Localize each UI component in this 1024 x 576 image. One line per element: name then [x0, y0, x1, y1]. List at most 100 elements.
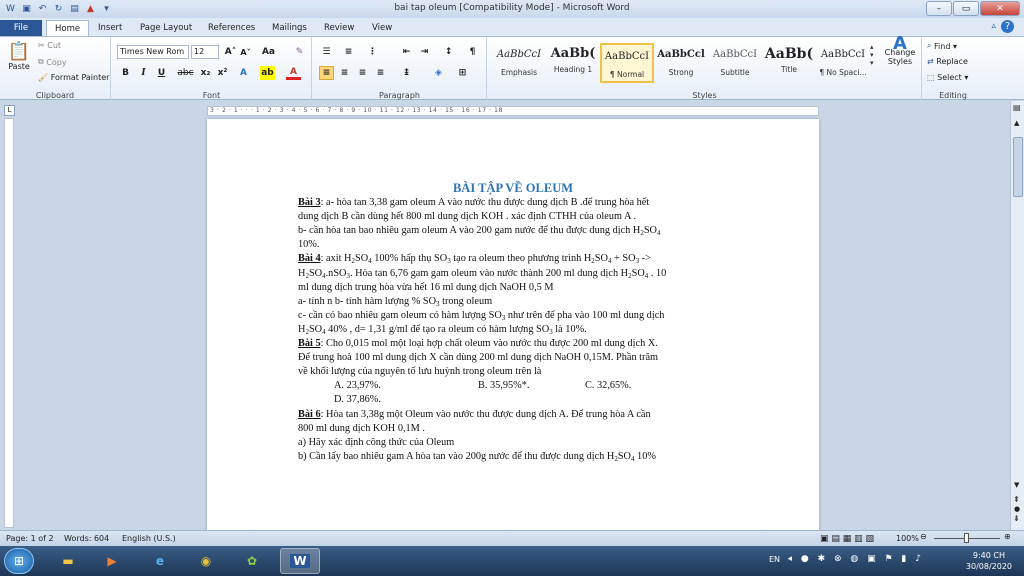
- change-styles-button[interactable]: A Change Styles: [882, 35, 918, 67]
- zoom-out-icon[interactable]: ⊖: [920, 532, 927, 541]
- previous-page-icon[interactable]: ⇞: [1013, 495, 1020, 504]
- media-player-icon[interactable]: ▶: [92, 548, 132, 574]
- styles-group: AaBbCcI Emphasis AaBb( Heading 1 AaBbCcI…: [488, 35, 922, 101]
- next-page-icon[interactable]: ⇟: [1013, 514, 1020, 523]
- cut-button[interactable]: ✂ Cut: [38, 41, 61, 50]
- sort-icon[interactable]: ↕: [441, 45, 456, 59]
- zoom-slider-thumb[interactable]: [964, 533, 969, 543]
- document-body[interactable]: BÀI TẬP VỀ OLEUM Bài 3: a- hòa tan 3,38 …: [298, 181, 728, 464]
- tab-references[interactable]: References: [200, 20, 263, 36]
- borders-icon[interactable]: ⊞: [455, 66, 470, 80]
- subscript-icon[interactable]: x₂: [198, 66, 213, 80]
- ruler-toggle-icon[interactable]: L: [4, 105, 15, 116]
- scrollbar-thumb[interactable]: [1013, 137, 1023, 197]
- select-button[interactable]: ⬚ Select ▾: [927, 73, 968, 82]
- align-center-icon[interactable]: ≡: [337, 66, 352, 80]
- minimize-ribbon-icon[interactable]: ▵: [991, 21, 996, 31]
- tab-file[interactable]: File: [0, 20, 42, 36]
- start-button[interactable]: ⊞: [4, 548, 34, 574]
- style-normal[interactable]: AaBbCcI ¶ Normal: [600, 43, 654, 83]
- exercise-5-line-1: Bài 5: Cho 0,015 mol một loại hợp chất o…: [298, 338, 658, 350]
- app-icon[interactable]: ✿: [232, 548, 272, 574]
- style-heading-1[interactable]: AaBb( Heading 1: [546, 43, 600, 83]
- minimize-button[interactable]: –: [926, 1, 952, 16]
- exercise-4-line-2: H2SO4.nSO3. Hòa tan 6,76 gam gam oleum v…: [298, 267, 667, 280]
- browse-object-icon[interactable]: ●: [1014, 505, 1020, 513]
- scroll-up-arrow-icon[interactable]: ▲: [1014, 119, 1019, 127]
- maximize-button[interactable]: ▭: [953, 1, 979, 16]
- tray-icons[interactable]: ◂ ● ✱ ⊗ ◍ ▣ ⚑ ▮ ♪: [788, 554, 924, 564]
- zoom-level[interactable]: 100%: [896, 534, 919, 543]
- align-right-icon[interactable]: ≡: [355, 66, 370, 80]
- word-taskbar-icon[interactable]: W: [280, 548, 320, 574]
- view-buttons[interactable]: ▣ ▤ ▦ ▥ ▧: [820, 534, 874, 544]
- numbering-icon[interactable]: ≡: [341, 45, 356, 59]
- decrease-indent-icon[interactable]: ⇤: [399, 45, 414, 59]
- style-no-spacing[interactable]: AaBbCcI ¶ No Spaci...: [816, 43, 870, 83]
- multilevel-list-icon[interactable]: ⋮: [365, 45, 380, 59]
- horizontal-ruler[interactable]: 3 · 2 · 1 · · · 1 · 2 · 3 · 4 · 5 · 6 · …: [207, 106, 819, 116]
- clock[interactable]: 9:40 CH 30/08/2020: [966, 550, 1012, 572]
- font-size-combo[interactable]: 12: [191, 45, 219, 59]
- paste-button[interactable]: 📋 Paste: [6, 41, 32, 71]
- help-icon[interactable]: ?: [1001, 20, 1014, 33]
- style-strong[interactable]: AaBbCcl Strong: [654, 43, 708, 83]
- styles-scroll[interactable]: ▴ ▾ ▾: [870, 43, 874, 67]
- increase-indent-icon[interactable]: ⇥: [417, 45, 432, 59]
- italic-icon[interactable]: I: [136, 66, 151, 80]
- line-spacing-icon[interactable]: ↨: [399, 66, 414, 80]
- tab-view[interactable]: View: [364, 20, 400, 36]
- copy-button[interactable]: ⧉ Copy: [38, 57, 67, 67]
- tab-page-layout[interactable]: Page Layout: [132, 20, 200, 36]
- format-painter-button[interactable]: 🖌 Format Painter: [38, 73, 109, 82]
- exercise-5-options: A. 23,97%. B. 35,95%*. C. 32,65%.: [298, 379, 728, 393]
- view-ruler-icon[interactable]: ▤: [1013, 103, 1021, 112]
- language-bar[interactable]: EN: [769, 555, 780, 564]
- vertical-scrollbar[interactable]: ▤ ▲ ▼ ⇞ ● ⇟: [1010, 101, 1024, 530]
- language-indicator[interactable]: English (U.S.): [122, 534, 176, 543]
- internet-explorer-icon[interactable]: e: [140, 548, 180, 574]
- tab-mailings[interactable]: Mailings: [264, 20, 315, 36]
- tab-review[interactable]: Review: [316, 20, 362, 36]
- strikethrough-icon[interactable]: abc: [177, 66, 193, 80]
- font-name-combo[interactable]: Times New Rom: [117, 45, 189, 59]
- clear-formatting-icon[interactable]: ✎: [292, 45, 307, 59]
- tab-insert[interactable]: Insert: [90, 20, 130, 36]
- align-left-icon[interactable]: ≡: [319, 66, 334, 80]
- style-title[interactable]: AaBb( Title: [762, 43, 816, 83]
- scroll-down-arrow-icon[interactable]: ▼: [1014, 481, 1019, 489]
- word-count[interactable]: Words: 604: [64, 534, 109, 543]
- shrink-font-icon[interactable]: A˅: [238, 45, 253, 59]
- justify-icon[interactable]: ≡: [373, 66, 388, 80]
- shading-icon[interactable]: ◈: [431, 66, 446, 80]
- highlight-icon[interactable]: ab: [260, 66, 275, 80]
- tab-home[interactable]: Home: [46, 20, 90, 36]
- text-effects-icon[interactable]: A: [236, 66, 251, 80]
- font-color-icon[interactable]: A: [286, 66, 301, 80]
- paragraph-label: Paragraph: [379, 91, 420, 100]
- bold-icon[interactable]: B: [118, 66, 133, 80]
- file-explorer-icon[interactable]: ▬: [48, 548, 88, 574]
- brush-icon: 🖌: [38, 73, 51, 82]
- document-page[interactable]: BÀI TẬP VỀ OLEUM Bài 3: a- hòa tan 3,38 …: [207, 119, 819, 531]
- show-formatting-icon[interactable]: ¶: [465, 45, 480, 59]
- style-subtitle[interactable]: AaBbCcI Subtitle: [708, 43, 762, 83]
- find-button[interactable]: ⌕ Find ▾: [927, 41, 957, 51]
- editing-label: Editing: [939, 91, 967, 100]
- grow-font-icon[interactable]: A˄: [223, 45, 238, 59]
- page-count[interactable]: Page: 1 of 2: [6, 534, 54, 543]
- bullets-icon[interactable]: ☰: [319, 45, 334, 59]
- clipboard-label: Clipboard: [35, 91, 75, 100]
- clipboard-icon: 📋: [7, 41, 31, 62]
- chrome-icon[interactable]: ◉: [186, 548, 226, 574]
- replace-button[interactable]: ⇄ Replace: [927, 57, 968, 66]
- clock-date: 30/08/2020: [965, 562, 1012, 571]
- change-case-icon[interactable]: Aa: [261, 45, 276, 59]
- exercise-4-line-6: H2SO4 40% , d= 1,31 g/ml để tạo ra oleum…: [298, 323, 587, 336]
- zoom-in-icon[interactable]: ⊕: [1004, 532, 1011, 541]
- superscript-icon[interactable]: x²: [215, 66, 230, 80]
- style-emphasis[interactable]: AaBbCcI Emphasis: [492, 43, 546, 83]
- close-button[interactable]: ✕: [980, 1, 1020, 16]
- underline-icon[interactable]: U: [154, 66, 169, 80]
- vertical-ruler[interactable]: [4, 118, 14, 528]
